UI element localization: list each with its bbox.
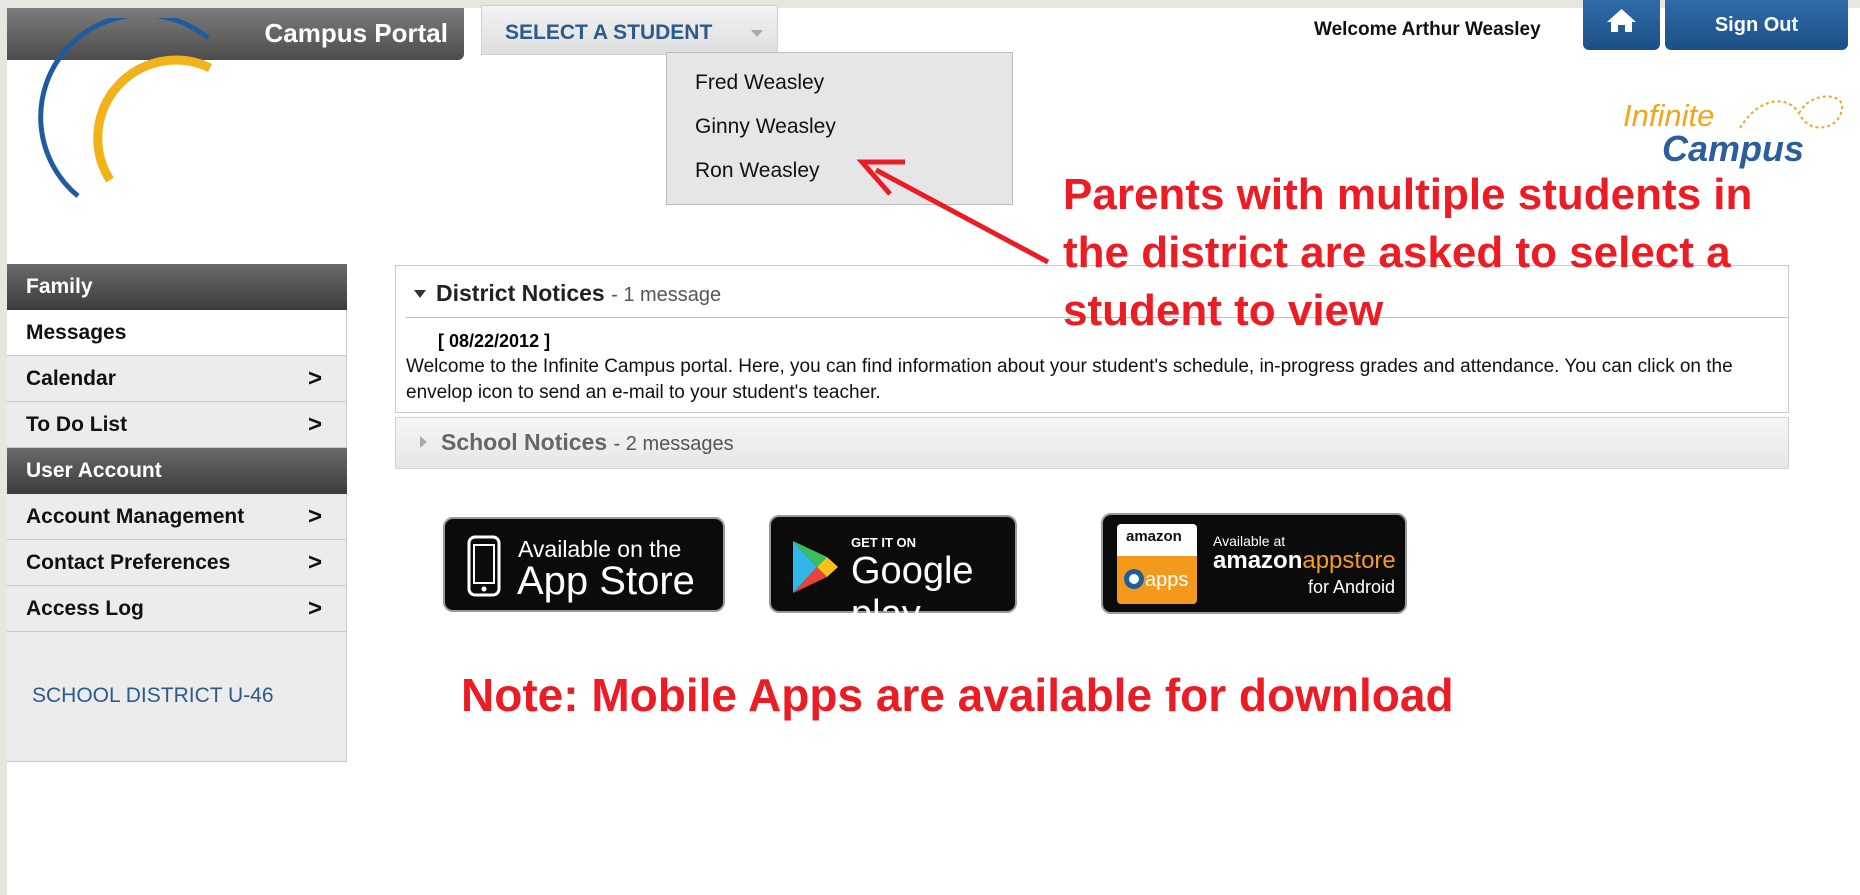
student-option-ron[interactable]: Ron Weasley [667,158,1012,202]
chevron-right-icon: > [307,411,322,438]
select-student-label: SELECT A STUDENT [505,21,713,44]
chevron-right-icon: > [307,595,322,622]
sidebar-item-label: Access Log [26,597,144,620]
sidebar-item-access-log[interactable]: Access Log > [7,586,347,632]
sidebar-item-account-management[interactable]: Account Management > [7,494,347,540]
sidebar-item-label: Contact Preferences [26,551,231,574]
school-notices-count: - 2 messages [613,433,734,455]
app-store-badge[interactable]: Available on the App Store [443,517,725,612]
message-text: Welcome to the Infinite Campus portal. H… [406,356,1733,403]
district-notices-count: - 1 message [611,284,722,306]
sidebar-section-user-account: User Account [7,448,347,494]
sidebar-item-label: Account Management [26,505,245,528]
amazon-apps-text: apps [1145,569,1189,591]
app-store-line2: App Store [517,559,695,603]
district-notices-title: District Notices [436,280,605,306]
chevron-right-icon: > [307,549,322,576]
message-date: [ 08/22/2012 ] [438,331,551,351]
student-option-ginny[interactable]: Ginny Weasley [667,114,1012,158]
amazon-apps-logo: amazon apps [1117,524,1197,604]
amazon-line3: for Android [1307,577,1395,597]
collapsed-triangle-icon [420,436,427,448]
annotation-multiple-students: Parents with multiple students in the di… [1063,170,1753,335]
amazon-line2: amazonappstore [1213,547,1396,575]
amazon-appstore-badge[interactable]: amazon apps Available at amazonappstore … [1101,513,1407,614]
sidebar-item-label: To Do List [26,413,128,436]
chevron-right-icon: > [307,365,322,392]
amazon-logo-text: amazon [1126,528,1182,545]
chevron-right-icon: > [307,503,322,530]
sign-out-button[interactable]: Sign Out [1665,0,1848,50]
school-notices-toggle[interactable]: School Notices - 2 messages [408,429,734,456]
sidebar-item-contact-preferences[interactable]: Contact Preferences > [7,540,347,586]
sidebar-section-family: Family [7,264,347,310]
sidebar-item-messages[interactable]: Messages [7,310,347,356]
school-notices-title: School Notices [441,429,608,455]
expanded-triangle-icon [414,290,426,298]
portal-title-text: Campus Portal [264,18,449,48]
district-notices-toggle[interactable]: District Notices - 1 message [408,280,721,307]
appstore-word: appstore [1302,547,1396,574]
google-play-badge[interactable]: GET IT ON Google play [769,515,1017,635]
select-student-button[interactable]: SELECT A STUDENT [481,5,778,55]
google-play-line1: GET IT ON [851,535,916,550]
sidebar-item-todo[interactable]: To Do List > [7,402,347,448]
phone-icon [467,535,501,597]
home-button[interactable] [1583,0,1660,50]
sidebar-item-label: Calendar [26,367,116,390]
sidebar-item-label: Messages [26,321,127,344]
welcome-text: Welcome Arthur Weasley [1314,19,1541,40]
logo-word-campus: Campus [1662,128,1805,169]
google-play-icon [793,541,838,593]
campus-logo-arcs [38,18,212,198]
annotation-mobile-apps: Note: Mobile Apps are available for down… [461,669,1454,721]
school-notices-panel[interactable]: School Notices - 2 messages [395,417,1789,469]
amazon-word: amazon [1213,547,1303,574]
google-play-line2: Google play [851,550,974,635]
caret-down-icon [751,30,763,37]
student-option-fred[interactable]: Fred Weasley [667,70,1012,114]
amazon-apps-icon [1124,569,1144,589]
sidebar-item-calendar[interactable]: Calendar > [7,356,347,402]
district-name: SCHOOL DISTRICT U-46 [32,684,274,707]
student-dropdown: Fred Weasley Ginny Weasley Ron Weasley [666,52,1013,205]
home-icon [1607,9,1636,32]
